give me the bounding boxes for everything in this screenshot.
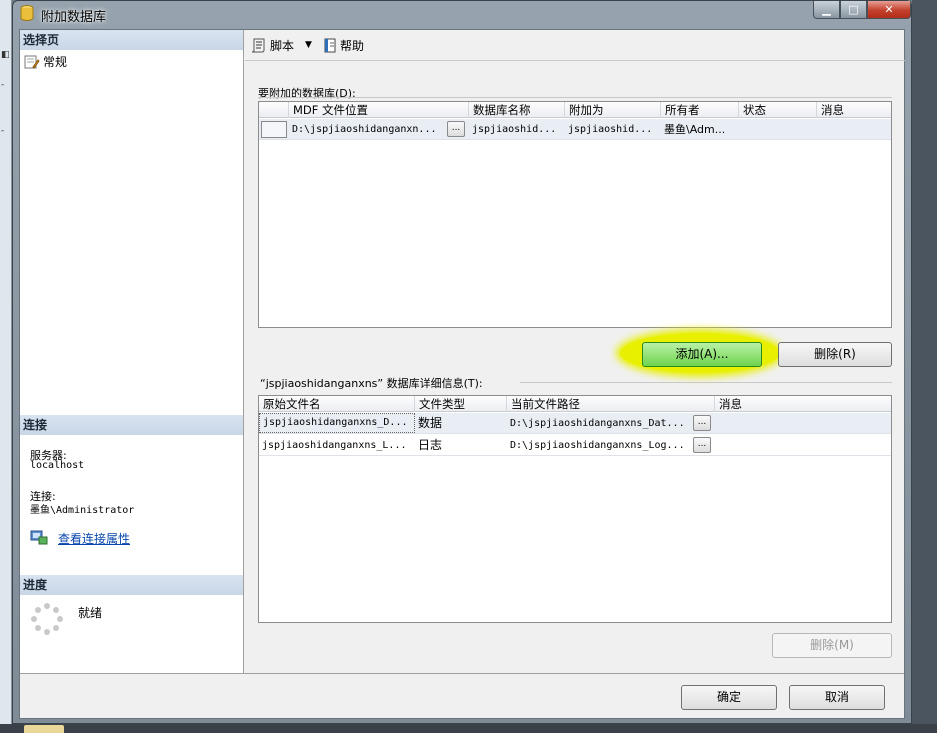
message-cell	[817, 119, 892, 140]
cancel-button[interactable]: 取消	[789, 685, 885, 710]
row-header-cell	[259, 102, 289, 118]
grid-header: 原始文件名 文件类型 当前文件路径 消息	[259, 396, 891, 412]
database-details-grid[interactable]: 原始文件名 文件类型 当前文件路径 消息 jspjiaoshidanganxns…	[258, 395, 892, 623]
owner-cell[interactable]: 墨鱼\Adm...	[661, 119, 739, 140]
progress-spinner-icon	[31, 603, 63, 635]
remove-file-button[interactable]: 删除(M)	[772, 633, 892, 658]
progress-status: 就绪	[78, 606, 103, 620]
connection-header: 连接	[20, 415, 243, 435]
ok-button[interactable]: 确定	[681, 685, 777, 710]
status-cell	[739, 119, 817, 140]
column-header-status[interactable]: 状态	[739, 102, 817, 118]
table-row[interactable]: jspjiaoshidanganxns_L... 日志 D:\jspjiaosh…	[259, 435, 891, 456]
toolbar-divider	[245, 60, 905, 61]
help-book-icon	[324, 38, 336, 52]
help-label: 帮助	[339, 38, 364, 53]
background-tab	[24, 725, 64, 733]
script-button[interactable]: 脚本	[248, 35, 297, 56]
current-path-cell[interactable]: D:\jspjiaoshidanganxns_Dat...	[507, 413, 689, 434]
minimize-button[interactable]: ▁	[813, 1, 840, 19]
row-selector[interactable]	[259, 119, 289, 140]
group-divider	[520, 382, 892, 383]
original-file-cell[interactable]: jspjiaoshidanganxns_D...	[259, 413, 415, 433]
background-glyph: -	[1, 80, 5, 90]
page-item-label: 常规	[43, 55, 68, 69]
message-cell	[715, 413, 892, 434]
column-header-file-type[interactable]: 文件类型	[415, 396, 507, 412]
database-details-label: “jspjiaoshidanganxns” 数据库详细信息(T):	[260, 377, 483, 390]
select-page-header: 选择页	[20, 30, 243, 50]
toolbar: 脚本 ▼ 帮助	[248, 32, 367, 58]
dialog-client-area: 选择页 常规 连接 服务器: localhost 连接: 墨鱼\Administ…	[19, 29, 905, 719]
remove-database-button[interactable]: 删除(R)	[778, 342, 892, 367]
browse-path-button[interactable]: ...	[693, 415, 711, 431]
connection-properties-icon	[30, 530, 48, 545]
attach-as-cell[interactable]: jspjiaoshid...	[565, 119, 661, 140]
background-app-right	[912, 0, 937, 733]
script-icon	[251, 38, 265, 52]
wrench-page-icon	[24, 55, 40, 69]
left-pane: 选择页 常规 连接 服务器: localhost 连接: 墨鱼\Administ…	[20, 30, 244, 673]
column-header-current-path[interactable]: 当前文件路径	[507, 396, 715, 412]
view-connection-properties-link[interactable]: 查看连接属性	[58, 530, 130, 547]
close-button[interactable]: ✕	[867, 1, 911, 19]
help-button[interactable]: 帮助	[320, 35, 367, 56]
background-taskbar	[0, 724, 937, 733]
column-header-db-name[interactable]: 数据库名称	[469, 102, 565, 118]
page-item-general[interactable]: 常规	[24, 53, 67, 70]
column-header-mdf[interactable]: MDF 文件位置	[289, 102, 469, 118]
background-glyph: ◧	[1, 50, 10, 60]
grid-header: MDF 文件位置 数据库名称 附加为 所有者 状态 消息	[259, 102, 891, 118]
column-header-message[interactable]: 消息	[715, 396, 892, 412]
databases-to-attach-label: 要附加的数据库(D):	[258, 87, 356, 100]
dialog-footer: 确定 取消	[20, 673, 904, 718]
column-header-message[interactable]: 消息	[817, 102, 892, 118]
attach-database-dialog: 附加数据库 ▁ □ ✕ 选择页 常规 连接 服务器: localhost 连接:…	[12, 0, 912, 724]
table-row[interactable]: D:\jspjiaoshidanganxn... ... jspjiaoshid…	[259, 119, 891, 140]
window-title: 附加数据库	[41, 10, 107, 25]
current-path-cell[interactable]: D:\jspjiaoshidanganxns_Log...	[507, 435, 689, 456]
script-dropdown-icon[interactable]: ▼	[301, 40, 316, 50]
message-cell	[715, 435, 892, 456]
browse-path-button[interactable]: ...	[693, 437, 711, 453]
background-glyph: -	[1, 126, 5, 136]
group-divider	[258, 97, 892, 98]
column-header-attach-as[interactable]: 附加为	[565, 102, 661, 118]
progress-header: 进度	[20, 575, 243, 595]
add-button[interactable]: 添加(A)...	[642, 342, 762, 367]
background-app-left: ◧ - -	[0, 0, 12, 733]
script-label: 脚本	[270, 38, 295, 53]
column-header-original-file[interactable]: 原始文件名	[259, 396, 415, 412]
original-file-cell[interactable]: jspjiaoshidanganxns_L...	[259, 435, 415, 456]
database-icon	[20, 5, 34, 21]
maximize-icon: □	[848, 3, 859, 16]
minimize-icon: ▁	[822, 3, 831, 16]
title-bar[interactable]: 附加数据库 ▁ □ ✕	[13, 1, 911, 27]
connection-value: 墨鱼\Administrator	[30, 505, 135, 516]
mdf-location-cell[interactable]: D:\jspjiaoshidanganxn...	[289, 119, 445, 140]
table-row[interactable]: jspjiaoshidanganxns_D... 数据 D:\jspjiaosh…	[259, 413, 891, 434]
file-type-cell[interactable]: 日志	[415, 435, 507, 456]
close-icon: ✕	[884, 3, 894, 16]
server-value: localhost	[30, 460, 85, 471]
db-name-cell[interactable]: jspjiaoshid...	[469, 119, 565, 140]
maximize-button[interactable]: □	[840, 1, 867, 19]
column-header-owner[interactable]: 所有者	[661, 102, 739, 118]
browse-mdf-button[interactable]: ...	[447, 121, 465, 137]
attach-databases-grid[interactable]: MDF 文件位置 数据库名称 附加为 所有者 状态 消息 D:\jspjiaos…	[258, 101, 892, 328]
file-type-cell[interactable]: 数据	[415, 413, 507, 434]
